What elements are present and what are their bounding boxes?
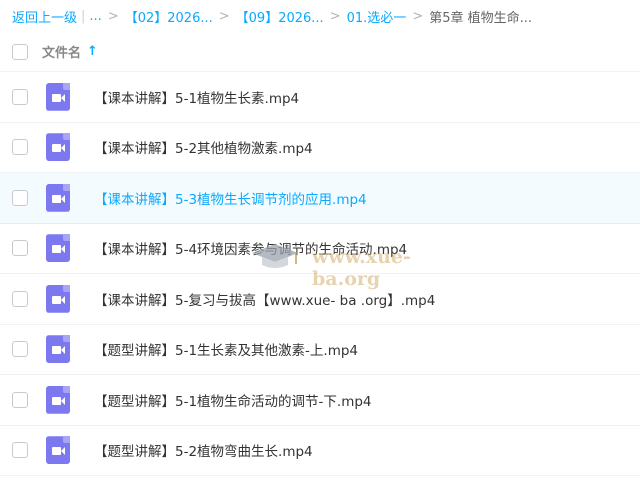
- column-header-filename[interactable]: 文件名: [42, 42, 81, 61]
- file-checkbox[interactable]: [12, 341, 28, 358]
- video-file-icon: [46, 385, 70, 414]
- file-row[interactable]: 【题型讲解】5-1生长素及其他激素-上.mp4: [0, 325, 640, 375]
- video-file-icon: [46, 284, 70, 313]
- file-name[interactable]: 【题型讲解】5-1生长素及其他激素-上.mp4: [94, 339, 358, 359]
- breadcrumb-item[interactable]: 【09】2026...: [236, 7, 324, 26]
- breadcrumb-current: 第5章 植物生命...: [429, 10, 532, 26]
- file-name[interactable]: 【题型讲解】5-1植物生命活动的调节-下.mp4: [94, 390, 372, 410]
- file-checkbox[interactable]: [12, 290, 28, 307]
- video-file-icon: [46, 133, 70, 162]
- file-name[interactable]: 【课本讲解】5-3植物生长调节剂的应用.mp4: [94, 188, 367, 208]
- breadcrumb: 返回上一级 | ... > 【02】2026... > 【09】2026... …: [0, 0, 640, 32]
- back-link[interactable]: 返回上一级: [12, 7, 77, 26]
- file-list: 【课本讲解】5-1植物生长素.mp4 【课本讲解】5-2其他植物激素.mp4 【课本…: [0, 72, 640, 476]
- breadcrumb-item[interactable]: 01.选必一: [347, 7, 407, 26]
- breadcrumb-separator: >: [329, 8, 341, 24]
- file-row[interactable]: 【题型讲解】5-1植物生命活动的调节-下.mp4: [0, 375, 640, 426]
- file-checkbox[interactable]: [12, 88, 28, 105]
- file-row[interactable]: 【课本讲解】5-2其他植物激素.mp4: [0, 123, 640, 173]
- video-file-icon: [46, 335, 70, 364]
- file-checkbox[interactable]: [12, 240, 28, 257]
- file-name[interactable]: 【课本讲解】5-4环境因素参与调节的生命活动.mp4: [94, 238, 407, 258]
- breadcrumb-pipe: |: [81, 8, 86, 24]
- file-row[interactable]: 【题型讲解】5-2植物弯曲生长.mp4: [0, 426, 640, 476]
- file-checkbox[interactable]: [12, 442, 28, 459]
- breadcrumb-ellipsis[interactable]: ...: [89, 9, 101, 24]
- file-row[interactable]: 【课本讲解】5-4环境因素参与调节的生命活动.mp4: [0, 224, 640, 274]
- file-name[interactable]: 【题型讲解】5-2植物弯曲生长.mp4: [94, 440, 313, 460]
- file-checkbox[interactable]: [12, 391, 28, 408]
- breadcrumb-separator: >: [107, 8, 119, 24]
- breadcrumb-separator: >: [412, 8, 424, 24]
- file-row[interactable]: 【课本讲解】5-复习与拔高【www.xue- ba .org】.mp4: [0, 274, 640, 325]
- sort-ascending-icon[interactable]: ↑: [87, 44, 98, 59]
- file-name[interactable]: 【课本讲解】5-2其他植物激素.mp4: [94, 137, 313, 157]
- video-file-icon: [46, 82, 70, 111]
- file-name[interactable]: 【课本讲解】5-复习与拔高【www.xue- ba .org】.mp4: [94, 289, 435, 309]
- file-checkbox[interactable]: [12, 189, 28, 206]
- video-file-icon: [46, 183, 70, 212]
- video-file-icon: [46, 234, 70, 263]
- file-row[interactable]: 【课本讲解】5-1植物生长素.mp4: [0, 72, 640, 123]
- file-name[interactable]: 【课本讲解】5-1植物生长素.mp4: [94, 87, 299, 107]
- file-list-header: 文件名 ↑: [0, 32, 640, 72]
- breadcrumb-item[interactable]: 【02】2026...: [125, 7, 213, 26]
- video-file-icon: [46, 436, 70, 465]
- select-all-checkbox[interactable]: [12, 43, 28, 60]
- file-row[interactable]: 【课本讲解】5-3植物生长调节剂的应用.mp4: [0, 173, 640, 224]
- breadcrumb-separator: >: [218, 8, 230, 24]
- file-checkbox[interactable]: [12, 139, 28, 156]
